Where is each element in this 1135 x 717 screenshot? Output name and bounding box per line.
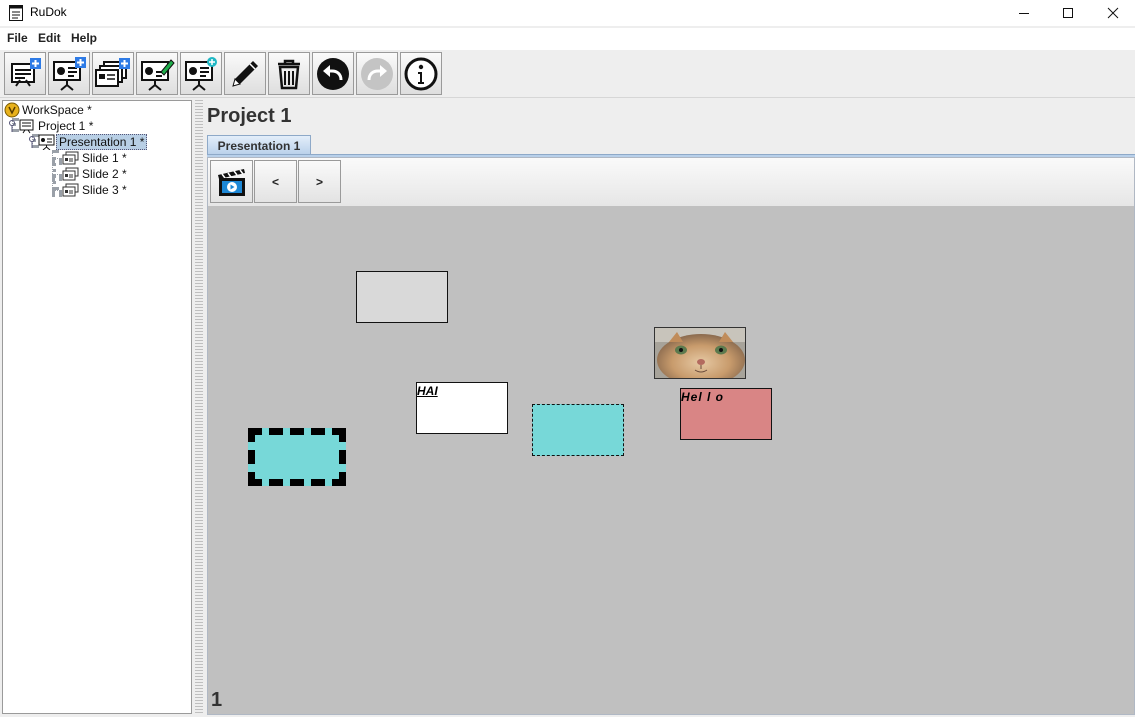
slide-icon bbox=[62, 151, 79, 165]
slot-text-hai[interactable]: HAI bbox=[416, 382, 508, 434]
tree-label-workspace: WorkSpace * bbox=[22, 103, 92, 117]
delete-button[interactable] bbox=[268, 52, 310, 95]
slot-text-hello[interactable]: Hel l o bbox=[680, 388, 772, 440]
maximize-button[interactable] bbox=[1045, 0, 1091, 26]
project-title: Project 1 bbox=[207, 105, 292, 127]
slot-text-content: HAI bbox=[417, 384, 438, 398]
new-project-button[interactable] bbox=[4, 52, 46, 95]
tab-presentation-1[interactable]: Presentation 1 bbox=[207, 135, 311, 155]
slot-image-cat[interactable] bbox=[654, 327, 746, 379]
title-bar: RuDok bbox=[0, 0, 1135, 26]
tree-label-project: Project 1 * bbox=[38, 119, 94, 133]
slide-icon bbox=[62, 167, 79, 181]
new-slide-button[interactable] bbox=[92, 52, 134, 95]
tree-node-workspace[interactable]: WorkSpace * bbox=[4, 102, 94, 118]
presentation-panel: < > HAI Hel l o 1 bbox=[207, 157, 1135, 715]
split-pane-divider[interactable] bbox=[195, 100, 203, 714]
tree-label-presentation: Presentation 1 * bbox=[56, 134, 148, 150]
minimize-button[interactable] bbox=[1001, 0, 1047, 26]
tree-node-project[interactable]: Project 1 * bbox=[6, 118, 95, 134]
trash-icon bbox=[278, 59, 300, 89]
edit-presentation-icon bbox=[141, 58, 175, 91]
tree-node-presentation[interactable]: Presentation 1 * bbox=[26, 134, 148, 150]
undo-icon bbox=[317, 57, 349, 90]
tree-label-slide-1: Slide 1 * bbox=[82, 151, 127, 165]
minimize-icon bbox=[1019, 13, 1029, 14]
slide-icon bbox=[62, 183, 79, 197]
undo-button[interactable] bbox=[312, 52, 354, 95]
previous-slide-button[interactable]: < bbox=[254, 160, 297, 203]
new-presentation-button[interactable] bbox=[48, 52, 90, 95]
project-panel: Project 1 Presentation 1 < > HAI Hel l o… bbox=[204, 100, 1135, 717]
share-presentation-button[interactable] bbox=[180, 52, 222, 95]
slideshow-button[interactable] bbox=[210, 160, 253, 203]
slot-rectangle-gray[interactable] bbox=[356, 271, 448, 323]
slot-text-content: Hel l o bbox=[681, 390, 725, 404]
redo-button[interactable] bbox=[356, 52, 398, 95]
cat-photo-icon bbox=[655, 328, 745, 378]
app-icon bbox=[9, 5, 23, 21]
workspace-tree: WorkSpace * Project 1 * Presentation 1 *… bbox=[2, 100, 192, 714]
slide-number: 1 bbox=[211, 689, 223, 711]
tree-node-slide-1[interactable]: Slide 1 * bbox=[62, 150, 129, 166]
edit-button[interactable] bbox=[224, 52, 266, 95]
tree-label-slide-3: Slide 3 * bbox=[82, 183, 127, 197]
main-toolbar bbox=[0, 50, 1135, 98]
tree-node-slide-2[interactable]: Slide 2 * bbox=[62, 166, 129, 182]
close-icon bbox=[1107, 7, 1119, 19]
slot-rectangle-cyan-selected[interactable] bbox=[248, 428, 346, 486]
tree-expand-icon[interactable] bbox=[6, 118, 18, 134]
info-button[interactable] bbox=[400, 52, 442, 95]
new-slide-icon bbox=[95, 57, 130, 87]
tree-label-slide-2: Slide 2 * bbox=[82, 167, 127, 181]
clapperboard-icon bbox=[217, 168, 245, 196]
slot-rectangle-cyan-dashed[interactable] bbox=[532, 404, 624, 456]
next-slide-button[interactable]: > bbox=[298, 160, 341, 203]
slide-canvas[interactable]: HAI Hel l o 1 bbox=[208, 206, 1134, 714]
new-presentation-icon bbox=[53, 56, 86, 91]
maximize-icon bbox=[1063, 8, 1073, 18]
pencil-icon bbox=[232, 60, 258, 87]
slide-toolbar: < > bbox=[208, 158, 1134, 206]
window-title: RuDok bbox=[30, 5, 67, 19]
edit-presentation-button[interactable] bbox=[136, 52, 178, 95]
share-presentation-icon bbox=[185, 56, 217, 91]
menu-edit[interactable]: Edit bbox=[38, 31, 61, 45]
project-icon bbox=[19, 119, 34, 134]
new-project-icon bbox=[11, 57, 41, 87]
tree-expand-icon[interactable] bbox=[26, 134, 38, 150]
workspace-icon bbox=[4, 102, 20, 118]
presentation-icon bbox=[38, 134, 55, 150]
app-window: RuDok File Edit Help WorkSpace * Project… bbox=[0, 0, 1135, 717]
redo-icon bbox=[361, 57, 393, 90]
info-icon bbox=[404, 57, 438, 90]
close-button[interactable] bbox=[1090, 0, 1135, 26]
menu-help[interactable]: Help bbox=[71, 31, 97, 45]
menu-bar: File Edit Help bbox=[0, 28, 1135, 50]
tree-node-slide-3[interactable]: Slide 3 * bbox=[62, 182, 129, 198]
menu-file[interactable]: File bbox=[7, 31, 28, 45]
